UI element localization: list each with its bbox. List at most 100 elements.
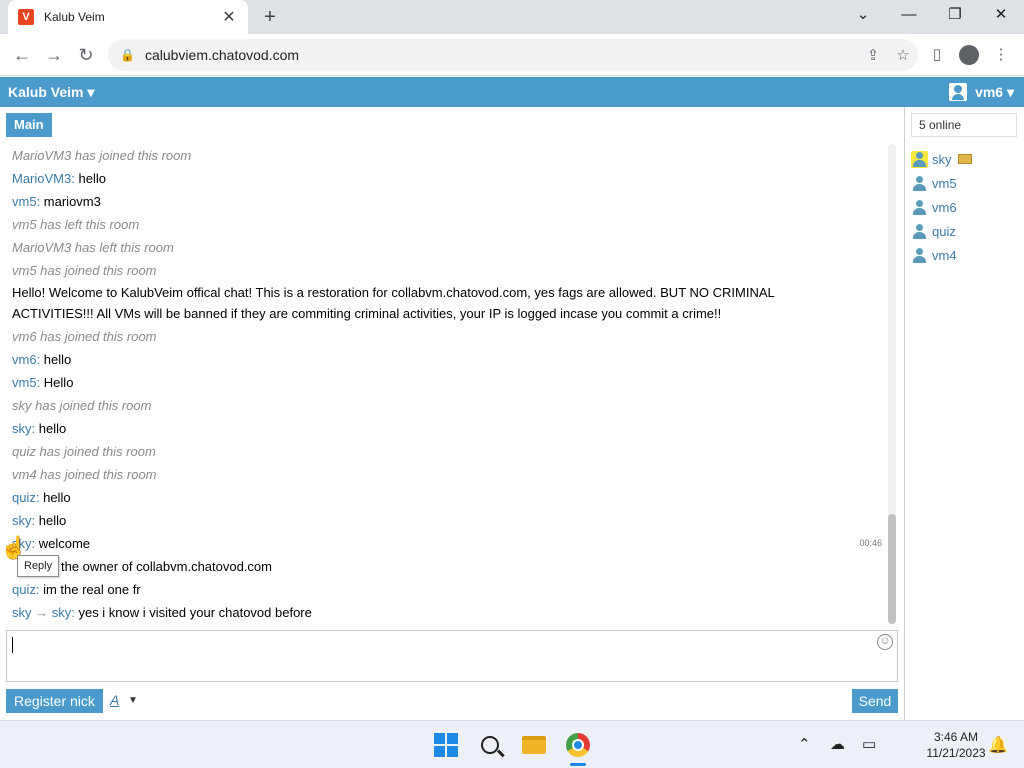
chevron-down-icon[interactable]: ▼ — [128, 695, 138, 706]
sender-nick[interactable]: quiz — [12, 490, 36, 505]
user-list-item[interactable]: sky — [911, 147, 972, 171]
user-icon — [911, 246, 928, 264]
chat-message[interactable]: sky → sky: yes i know i visited your cha… — [12, 601, 882, 624]
sender-nick[interactable]: sky — [12, 513, 32, 528]
message-text: hello — [43, 352, 72, 367]
message-text: hello — [78, 171, 106, 186]
user-list-item[interactable]: vm5 — [911, 171, 972, 195]
search-icon[interactable] — [474, 729, 506, 761]
lock-icon: 🔒 — [120, 48, 135, 62]
message-text: hello — [38, 421, 67, 436]
chat-message[interactable]: vm5: mariovm3 — [12, 190, 882, 213]
user-avatar-icon — [949, 83, 968, 101]
message-text: mariovm3 — [43, 194, 101, 209]
address-bar[interactable]: 🔒 calubviem.chatovod.com ⇪ ☆ — [108, 39, 918, 71]
restore-icon[interactable]: ❐ — [932, 0, 978, 30]
message-scrollbar[interactable] — [888, 144, 896, 624]
system-message: vm6 has joined this room — [12, 325, 882, 348]
tab-search-icon[interactable]: ⌄ — [840, 0, 886, 30]
network-offline-icon[interactable]: ☁ — [830, 735, 845, 753]
chat-message[interactable]: vm6: hello — [12, 348, 882, 371]
user-list-item[interactable]: vm6 — [911, 195, 972, 219]
announcement-text: Hello! Welcome to KalubVeim offical chat… — [12, 285, 775, 321]
windows-taskbar: ⌃ ☁ ▭ 3:46 AM 11/21/2023 🔔 — [0, 720, 1024, 768]
url-text: calubviem.chatovod.com — [144, 47, 300, 63]
chat-message[interactable]: vm5: Hello — [12, 371, 882, 394]
system-text: quiz has joined this room — [12, 444, 156, 459]
chrome-taskbar-icon[interactable] — [562, 729, 594, 761]
system-message: sky has joined this room — [12, 394, 882, 417]
chat-message[interactable]: quiz: im the real one fr — [12, 578, 882, 601]
sender-nick[interactable]: quiz — [12, 582, 36, 597]
current-user-name: vm6 ▾ — [975, 83, 1014, 100]
chat-message[interactable]: quiz: hello — [12, 486, 882, 509]
emoji-icon[interactable]: ☺ — [877, 634, 893, 650]
scrollbar-thumb[interactable] — [888, 514, 896, 624]
chat-area: Main MarioVM3 has joined this room MarioV… — [0, 107, 904, 720]
reply-tooltip[interactable]: Reply — [17, 555, 60, 577]
private-arrow-icon: → — [31, 605, 52, 620]
user-icon — [911, 222, 928, 240]
sender-nick[interactable]: sky — [12, 605, 32, 620]
clock-time: 3:46 AM — [933, 730, 979, 744]
font-style-button[interactable]: A — [110, 692, 119, 708]
register-nick-button[interactable]: Register nick — [6, 689, 103, 713]
system-text: vm5 has joined this room — [12, 263, 157, 278]
start-button-icon[interactable] — [430, 729, 462, 761]
close-tab-icon[interactable]: ✕ — [220, 7, 238, 27]
sender-nick[interactable]: vm5 — [12, 194, 37, 209]
sender-nick[interactable]: sky — [12, 421, 32, 436]
user-list-item[interactable]: quiz — [911, 219, 972, 243]
chat-message[interactable]: the owner of collabvm.chatovod.com — [12, 555, 882, 578]
share-icon[interactable]: ⇪ — [858, 46, 888, 64]
online-count: 5 online — [911, 113, 1017, 137]
chat-message[interactable]: MarioVM3: hello — [12, 167, 882, 190]
system-text: vm4 has joined this room — [12, 467, 157, 482]
room-tab-main[interactable]: Main — [6, 113, 52, 137]
user-name: quiz — [932, 223, 956, 239]
file-explorer-icon[interactable] — [518, 729, 550, 761]
system-message: MarioVM3 has joined this room — [12, 144, 882, 167]
owner-crown-icon — [957, 154, 972, 164]
user-icon — [911, 174, 928, 192]
tray-overflow-icon[interactable]: ⌃ — [798, 735, 811, 753]
minimize-icon[interactable]: — — [886, 0, 932, 30]
sender-nick[interactable]: vm5 — [12, 375, 37, 390]
tab-title: Kalub Veim — [44, 10, 105, 24]
user-list-item[interactable]: vm4 — [911, 243, 972, 267]
system-text: sky has joined this room — [12, 398, 152, 413]
user-list: sky vm5 vm6 quiz vm4 — [911, 147, 972, 267]
notification-bell-icon[interactable]: 🔔 — [988, 735, 1008, 755]
new-tab-icon[interactable]: + — [258, 5, 282, 29]
chat-message[interactable]: Hello! Welcome to KalubVeim offical chat… — [12, 282, 812, 325]
chat-message[interactable]: sky: hello — [12, 417, 882, 440]
user-icon — [911, 150, 928, 168]
profile-avatar-icon[interactable] — [959, 45, 979, 65]
reload-icon[interactable]: ↻ — [72, 41, 100, 69]
message-input[interactable]: ☺ — [6, 630, 898, 682]
chat-message[interactable]: sky: hello — [12, 509, 882, 532]
system-text: MarioVM3 has joined this room — [12, 148, 192, 163]
chat-message[interactable]: sky: welcome 00:46 — [12, 532, 882, 555]
send-button[interactable]: Send — [852, 689, 898, 713]
chrome-menu-icon[interactable]: ⋮ — [988, 42, 1014, 68]
current-user-menu[interactable]: vm6 ▾ — [949, 83, 1014, 101]
user-name: vm4 — [932, 247, 957, 263]
chat-header: Kalub Veim ▾ vm6 ▾ — [0, 77, 1024, 107]
back-icon[interactable]: ← — [8, 41, 36, 69]
sender-nick[interactable]: MarioVM3 — [12, 171, 71, 186]
side-panel-icon[interactable]: ▯ — [924, 42, 950, 68]
browser-tab[interactable]: V Kalub Veim ✕ — [8, 0, 248, 34]
chat-title-menu[interactable]: Kalub Veim ▾ — [8, 84, 94, 101]
system-text: vm6 has joined this room — [12, 329, 157, 344]
recipient-nick[interactable]: sky — [52, 605, 72, 620]
system-clock[interactable]: 3:46 AM 11/21/2023 — [914, 729, 998, 761]
sender-nick[interactable]: vm6 — [12, 352, 37, 367]
display-volume-icon[interactable]: ▭ — [862, 735, 876, 753]
message-text: Hello — [43, 375, 74, 390]
site-favicon-icon: V — [18, 9, 34, 25]
forward-icon[interactable]: → — [40, 41, 68, 69]
close-window-icon[interactable]: ✕ — [978, 0, 1024, 30]
bookmark-star-icon[interactable]: ☆ — [888, 46, 918, 64]
system-message: vm4 has joined this room — [12, 463, 882, 486]
